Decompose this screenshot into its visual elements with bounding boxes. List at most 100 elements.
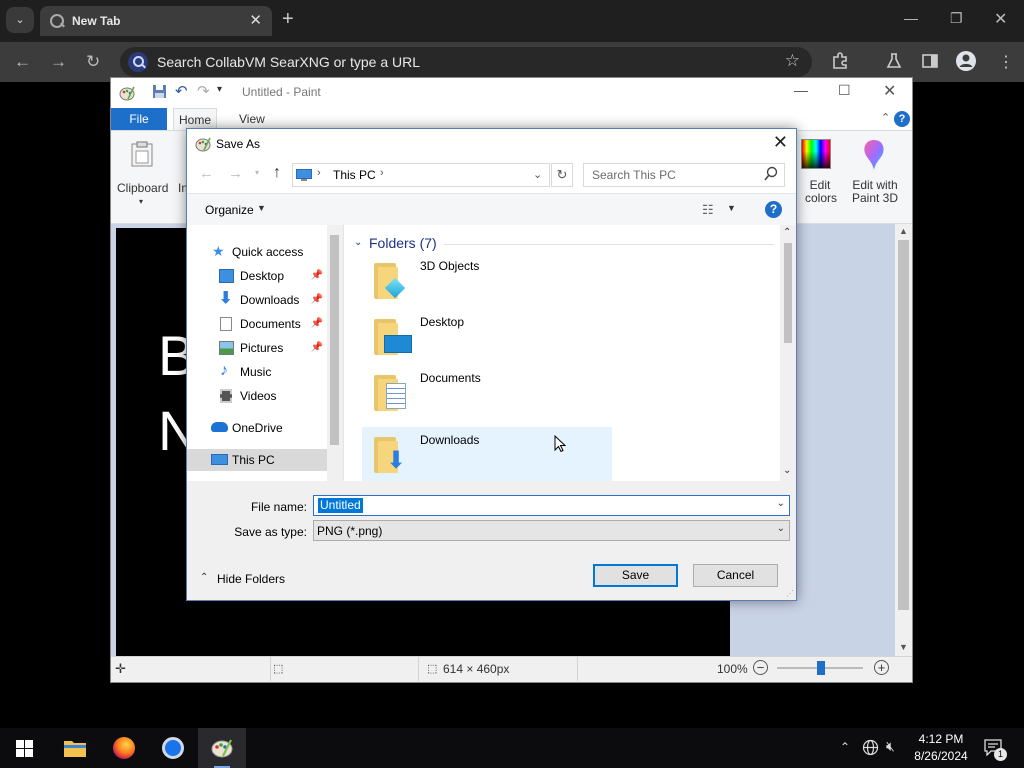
clipboard-group[interactable]: Clipboard ▾ (115, 137, 171, 217)
edit-colors-button[interactable]: Edit colors (795, 135, 839, 219)
organize-dropdown-icon[interactable]: ▼ (257, 203, 266, 213)
scroll-down-icon[interactable]: ⌄ (783, 465, 791, 476)
taskbar-file-explorer[interactable] (50, 728, 98, 768)
paint-maximize-icon[interactable]: ☐ (838, 82, 851, 99)
pin-icon[interactable]: 📌 (311, 337, 323, 359)
undo-icon[interactable]: ↶ (175, 82, 188, 100)
customize-qat-icon[interactable]: ▾ (217, 84, 222, 95)
extensions-icon[interactable] (831, 52, 849, 75)
hide-folders-toggle[interactable]: Hide Folders (217, 572, 285, 586)
browser-tab-new-tab[interactable]: New Tab ✕ (40, 6, 272, 36)
nav-this-pc[interactable]: This PC (187, 449, 327, 471)
zoom-in-icon[interactable]: + (874, 660, 889, 675)
folder-desktop[interactable]: Desktop (362, 309, 612, 361)
up-arrow-icon[interactable]: ↑ (273, 164, 281, 182)
cancel-button[interactable]: Cancel (693, 564, 778, 587)
restore-icon[interactable]: ❐ (950, 10, 963, 27)
start-button[interactable] (0, 728, 48, 768)
zoom-slider-thumb[interactable] (817, 661, 825, 675)
collapse-group-chevron-icon[interactable]: ⌄ (354, 237, 362, 248)
profile-avatar-icon[interactable] (955, 50, 977, 77)
nav-onedrive[interactable]: OneDrive (187, 417, 327, 439)
close-window-icon[interactable]: ✕ (994, 9, 1007, 29)
clock-time[interactable]: 4:12 PM (913, 732, 969, 746)
dialog-help-icon[interactable]: ? (765, 201, 782, 218)
nav-pictures[interactable]: Pictures 📌 (187, 337, 327, 359)
nav-downloads[interactable]: ⬇ Downloads 📌 (187, 289, 327, 311)
address-bar[interactable]: Search CollabVM SearXNG or type a URL ☆ (120, 47, 812, 77)
taskbar-chrome[interactable] (149, 728, 197, 768)
paint-minimize-icon[interactable]: — (794, 82, 808, 98)
scroll-up-icon[interactable]: ⌃ (783, 227, 791, 238)
scrollbar-thumb[interactable] (898, 240, 909, 610)
ribbon-tab-file[interactable]: File (111, 108, 167, 130)
side-panel-icon[interactable] (921, 52, 939, 75)
view-options-dropdown-icon[interactable]: ▼ (727, 203, 736, 213)
content-scrollbar[interactable]: ⌃ ⌄ (780, 225, 796, 481)
scrollbar-thumb[interactable] (330, 235, 339, 445)
ribbon-collapse-icon[interactable]: ⌃ (881, 111, 890, 124)
address-breadcrumb[interactable]: › This PC › ⌄ (292, 163, 550, 187)
ribbon-tab-home[interactable]: Home (173, 108, 217, 130)
back-arrow-icon[interactable]: ← (199, 165, 214, 182)
pin-icon[interactable]: 📌 (311, 289, 323, 311)
clock-date[interactable]: 8/26/2024 (911, 749, 971, 763)
refresh-icon[interactable]: ↻ (551, 163, 573, 187)
chevron-up-icon[interactable]: ⌃ (200, 572, 208, 583)
forward-arrow-icon[interactable]: → (228, 165, 243, 182)
paint-help-icon[interactable]: ? (894, 111, 910, 127)
folder-downloads[interactable]: ⬇ Downloads (362, 427, 612, 481)
folder-documents[interactable]: Documents (362, 365, 612, 417)
nav-documents[interactable]: Documents 📌 (187, 313, 327, 335)
forward-arrow-icon[interactable]: → (50, 52, 67, 72)
redo-icon[interactable]: ↷ (197, 82, 210, 100)
minimize-icon[interactable]: — (904, 10, 918, 26)
organize-menu-label[interactable]: Organize (205, 203, 254, 217)
change-view-icon[interactable]: ☷ (702, 202, 714, 218)
resize-grip-icon[interactable]: ⋰ (786, 589, 794, 598)
save-as-type-select[interactable]: PNG (*.png) ⌄ (313, 520, 790, 541)
scroll-up-icon[interactable]: ▲ (899, 226, 908, 236)
address-history-dropdown-icon[interactable]: ⌄ (533, 168, 542, 181)
menu-kebab-icon[interactable]: ⋮ (998, 52, 1014, 72)
file-name-dropdown-icon[interactable]: ⌄ (777, 498, 785, 509)
nav-videos[interactable]: Videos (187, 385, 327, 407)
breadcrumb-chevron-icon[interactable]: › (380, 167, 384, 179)
search-icon[interactable] (764, 166, 778, 185)
nav-desktop[interactable]: Desktop 📌 (187, 265, 327, 287)
folder-3d-objects[interactable]: 3D Objects (362, 253, 612, 305)
canvas-vertical-scrollbar[interactable]: ▲ ▼ (895, 224, 912, 656)
taskbar-paint[interactable] (198, 728, 246, 768)
pin-icon[interactable]: 📌 (311, 265, 323, 287)
labs-flask-icon[interactable] (885, 52, 903, 75)
show-hidden-icons-chevron[interactable]: ⌃ (840, 740, 850, 754)
tab-search-dropdown-button[interactable]: ⌄ (6, 7, 34, 33)
scroll-down-icon[interactable]: ▼ (899, 642, 908, 652)
bookmark-star-icon[interactable]: ☆ (785, 51, 800, 71)
dialog-close-icon[interactable]: ✕ (773, 132, 788, 153)
edit-with-paint3d-button[interactable]: Edit with Paint 3D (844, 135, 904, 219)
folders-group-header[interactable]: Folders (7) (369, 235, 437, 251)
back-arrow-icon[interactable]: ← (14, 52, 31, 72)
volume-muted-icon[interactable]: 🔇︎ (886, 738, 895, 755)
network-globe-icon[interactable] (862, 739, 879, 759)
taskbar-firefox[interactable] (100, 728, 148, 768)
new-tab-button[interactable]: + (282, 8, 294, 30)
save-button[interactable]: Save (593, 564, 678, 587)
nav-music[interactable]: ♪ Music (187, 361, 327, 383)
recent-locations-icon[interactable]: ▾ (255, 168, 259, 177)
save-as-type-dropdown-icon[interactable]: ⌄ (777, 523, 785, 534)
ribbon-tab-view[interactable]: View (239, 108, 265, 130)
paint-close-icon[interactable]: ✕ (883, 81, 896, 101)
quick-save-icon[interactable] (152, 84, 167, 102)
breadcrumb-this-pc[interactable]: This PC (333, 168, 376, 182)
nav-pane-scrollbar[interactable] (327, 225, 342, 481)
pin-icon[interactable]: 📌 (311, 313, 323, 335)
nav-quick-access[interactable]: ★ Quick access (187, 241, 327, 263)
zoom-out-icon[interactable]: − (753, 660, 768, 675)
scrollbar-thumb[interactable] (784, 243, 792, 343)
search-this-pc-input[interactable]: Search This PC (583, 163, 785, 187)
reload-icon[interactable]: ↻ (86, 52, 100, 72)
tab-close-button[interactable]: ✕ (249, 11, 262, 29)
file-name-input[interactable]: Untitled ⌄ (313, 495, 790, 516)
